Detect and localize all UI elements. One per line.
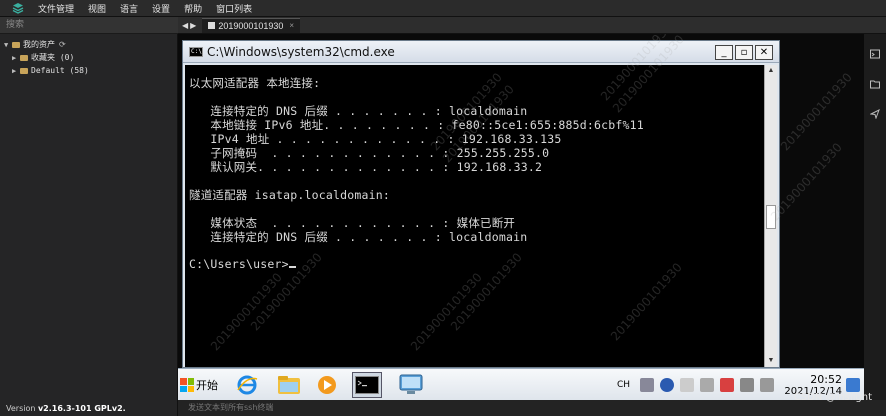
- console-icon: C:\: [189, 46, 203, 57]
- scroll-down-icon[interactable]: ▼: [765, 355, 777, 367]
- input-language[interactable]: CH: [617, 380, 630, 390]
- volume-icon[interactable]: [760, 378, 774, 392]
- windows-flag-icon: [180, 378, 194, 392]
- chevron-right-icon[interactable]: ▶: [12, 54, 20, 62]
- tree-group-label: 收藏夹 (0): [31, 53, 75, 62]
- console-line: 隧道适配器 isatap.localdomain:: [189, 188, 390, 202]
- menu-window-list[interactable]: 窗口列表: [216, 2, 252, 15]
- credit-watermark: CSDN @inslight: [793, 392, 872, 403]
- menu-help[interactable]: 帮助: [184, 2, 202, 15]
- close-icon[interactable]: ×: [289, 21, 294, 30]
- keyboard-icon[interactable]: [640, 378, 654, 392]
- scroll-thumb[interactable]: [766, 205, 776, 229]
- action-center-icon[interactable]: [720, 378, 734, 392]
- media-player-icon[interactable]: [312, 372, 342, 398]
- menu-file[interactable]: 文件管理: [38, 2, 74, 15]
- console-line: 默认网关. . . . . . . . . . . . . : 192.168.…: [189, 160, 543, 174]
- tree-root[interactable]: ▼ 我的资产 ⟳: [4, 38, 89, 51]
- maximize-button[interactable]: ▫: [735, 45, 753, 60]
- terminal-icon[interactable]: [870, 49, 880, 59]
- windows-taskbar: 开始 CH 20:52 2021/12/14: [178, 368, 864, 400]
- cmd-titlebar[interactable]: C:\ C:\Windows\system32\cmd.exe: [183, 41, 779, 63]
- menu-view[interactable]: 视图: [88, 2, 106, 15]
- tree-group-default[interactable]: ▶ Default (58): [4, 64, 89, 77]
- remote-desktop[interactable]: C:\ C:\Windows\system32\cmd.exe _ ▫ ✕ 以太…: [178, 34, 864, 400]
- minimize-button[interactable]: _: [715, 45, 733, 60]
- send-icon[interactable]: [870, 109, 880, 119]
- tab-session[interactable]: 2019000101930 ×: [202, 17, 301, 33]
- options-icon[interactable]: [680, 378, 694, 392]
- watermark-text: 2019000101930: [778, 70, 855, 154]
- folder-icon: [20, 67, 28, 74]
- ie-icon[interactable]: [232, 372, 262, 398]
- folder-icon: [12, 41, 20, 48]
- text-cursor: [288, 266, 296, 268]
- scroll-up-icon[interactable]: ▲: [765, 65, 777, 77]
- menu-settings[interactable]: 设置: [152, 2, 170, 15]
- tab-next-icon[interactable]: ▶: [190, 21, 196, 30]
- cmd-taskbar-icon[interactable]: [352, 372, 382, 398]
- remote-desktop-icon[interactable]: [396, 372, 426, 398]
- tab-bar: ◀ ▶ 2019000101930 ×: [178, 17, 886, 34]
- network-icon[interactable]: [740, 378, 754, 392]
- chevron-down-icon[interactable]: ▼: [4, 41, 12, 49]
- start-button[interactable]: 开始: [180, 373, 218, 397]
- vertical-scrollbar[interactable]: ▲ ▼: [764, 65, 777, 367]
- help-icon[interactable]: [660, 378, 674, 392]
- asset-sidebar: 搜索 ▼ 我的资产 ⟳ ▶ 收藏夹 (0) ▶ Default (58) Ver…: [0, 17, 178, 416]
- prompt-text: C:\Users\user>: [189, 257, 289, 271]
- close-button[interactable]: ✕: [755, 45, 773, 60]
- console-prompt[interactable]: C:\Users\user>: [189, 257, 296, 271]
- explorer-icon[interactable]: [274, 372, 304, 398]
- cmd-title: C:\Windows\system32\cmd.exe: [207, 44, 395, 59]
- tab-label: 2019000101930: [218, 20, 284, 31]
- session-icon: [208, 22, 216, 29]
- menu-language[interactable]: 语言: [120, 2, 138, 15]
- tree-group-favorites[interactable]: ▶ 收藏夹 (0): [4, 51, 89, 64]
- tree-root-label: 我的资产: [23, 40, 55, 49]
- show-desktop-icon[interactable]: [846, 378, 860, 392]
- version-prefix: Version: [6, 404, 36, 413]
- refresh-icon[interactable]: ⟳: [59, 40, 66, 49]
- folder-icon: [20, 54, 28, 61]
- asset-tree: ▼ 我的资产 ⟳ ▶ 收藏夹 (0) ▶ Default (58): [4, 38, 89, 77]
- menu-bar: 文件管理 视图 语言 设置 帮助 窗口列表: [0, 0, 886, 17]
- tab-prev-icon[interactable]: ◀: [182, 21, 188, 30]
- version-value: v2.16.3-101 GPLv2.: [37, 404, 126, 413]
- console-line: 以太网适配器 本地连接:: [189, 76, 321, 90]
- console-output[interactable]: 以太网适配器 本地连接: 连接特定的 DNS 后缀 . . . . . . . …: [185, 65, 765, 367]
- search-input[interactable]: 搜索: [0, 17, 178, 34]
- app-logo-icon: [8, 0, 28, 16]
- folder-icon[interactable]: [870, 79, 880, 89]
- start-label: 开始: [196, 379, 218, 392]
- cmd-window[interactable]: C:\ C:\Windows\system32\cmd.exe _ ▫ ✕ 以太…: [182, 40, 780, 368]
- window-controls: _ ▫ ✕: [715, 45, 773, 60]
- clock-time: 20:52: [810, 373, 842, 386]
- tray-expand-icon[interactable]: [700, 378, 714, 392]
- broadcast-input[interactable]: 发送文本到所有ssh终端: [178, 400, 886, 416]
- tree-group-label: Default (58): [31, 66, 89, 75]
- console-line: 连接特定的 DNS 后缀 . . . . . . . : localdomain: [189, 230, 528, 244]
- chevron-right-icon[interactable]: ▶: [12, 67, 20, 75]
- version-label: Version v2.16.3-101 GPLv2.: [6, 404, 126, 413]
- right-toolbar: [864, 34, 886, 400]
